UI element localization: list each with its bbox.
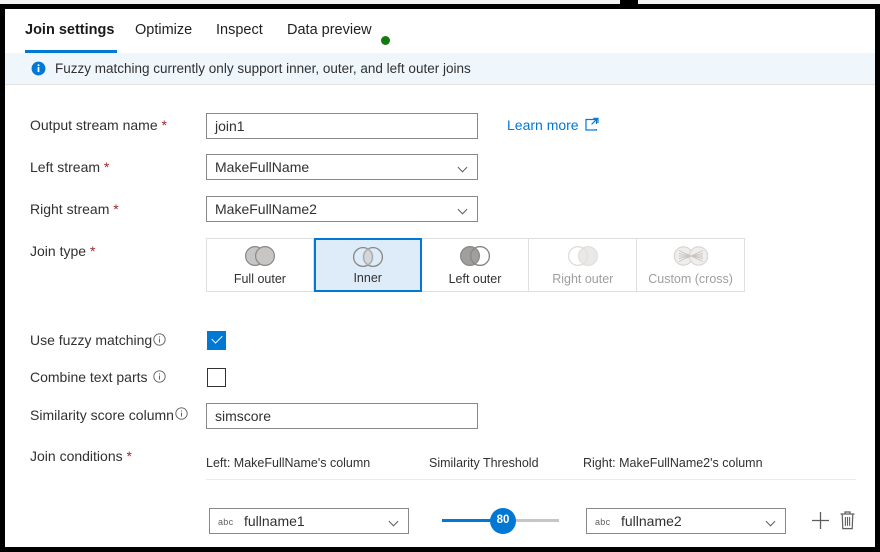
tab-inspect[interactable]: Inspect (216, 22, 263, 38)
output-stream-name-label: Output stream name * (30, 117, 167, 133)
delete-join-condition-button[interactable] (839, 510, 856, 530)
tab-data-preview[interactable]: Data preview (287, 22, 372, 38)
check-icon (211, 332, 223, 344)
similarity-threshold-value: 80 (496, 514, 510, 526)
similarity-score-column-input[interactable]: simscore (206, 403, 478, 429)
combine-text-parts-label: Combine text parts (30, 369, 148, 385)
join-type-label: Join type * (30, 243, 95, 259)
join-type-label-text: Join type (30, 243, 87, 259)
join-type-option-inner[interactable]: Inner (313, 238, 422, 292)
string-type-icon: abc (218, 517, 234, 527)
top-tick-mark (620, 0, 638, 5)
banner-message: Fuzzy matching currently only support in… (55, 61, 471, 76)
join-type-option-right-outer: Right outer (529, 238, 638, 292)
join-type-option-left-outer[interactable]: Left outer (421, 238, 530, 292)
join-type-option-label: Left outer (448, 272, 502, 286)
right-outer-join-icon (560, 244, 606, 268)
full-outer-join-icon (237, 244, 283, 268)
use-fuzzy-matching-checkbox[interactable] (207, 331, 226, 350)
join-type-option-label: Full outer (233, 272, 286, 286)
join-type-option-custom-cross: Custom (cross) (637, 238, 745, 292)
left-stream-dropdown[interactable]: MakeFullName (206, 154, 478, 180)
join-condition-right-column-value: fullname2 (621, 513, 682, 529)
tab-join-settings[interactable]: Join settings (25, 22, 114, 38)
info-circle-icon[interactable] (153, 333, 166, 346)
output-stream-name-label-text: Output stream name (30, 117, 158, 133)
join-type-option-label: Inner (353, 271, 382, 285)
right-stream-label-text: Right stream (30, 201, 110, 217)
join-condition-left-column-dropdown[interactable]: abc fullname1 (209, 508, 409, 534)
output-stream-name-input[interactable]: join1 (206, 113, 478, 139)
output-stream-required-marker: * (161, 117, 167, 133)
info-icon (31, 61, 46, 76)
join-conditions-divider (206, 479, 856, 480)
custom-cross-join-icon (668, 244, 714, 268)
top-strip (0, 0, 880, 4)
similarity-threshold-slider[interactable]: 80 (442, 508, 559, 534)
left-stream-label-text: Left stream (30, 159, 101, 175)
join-condition-right-column-dropdown[interactable]: abc fullname2 (586, 508, 786, 534)
right-stream-dropdown[interactable]: MakeFullName2 (206, 196, 478, 222)
left-stream-value: MakeFullName (215, 159, 310, 175)
join-conditions-label-text: Join conditions (30, 448, 123, 464)
external-link-icon[interactable] (585, 117, 599, 131)
right-stream-value: MakeFullName2 (215, 201, 317, 217)
right-stream-required-marker: * (113, 201, 119, 217)
learn-more-link[interactable]: Learn more (507, 117, 579, 133)
tab-bar: Join settings Optimize Inspect Data prev… (5, 9, 875, 54)
use-fuzzy-matching-label: Use fuzzy matching (30, 332, 152, 348)
use-fuzzy-matching-label-text: Use fuzzy matching (30, 332, 153, 348)
combine-text-parts-checkbox[interactable] (207, 368, 226, 387)
similarity-score-column-label-text: Similarity score column (30, 407, 174, 423)
join-type-selector: Full outer Inner Left outer Right outer … (206, 238, 745, 292)
chevron-down-icon (390, 518, 399, 527)
join-conditions-column-header-right: Right: MakeFullName2's column (583, 456, 763, 470)
tab-optimize[interactable]: Optimize (135, 22, 192, 38)
join-type-option-full-outer[interactable]: Full outer (206, 238, 314, 292)
join-conditions-label: Join conditions * (30, 448, 132, 464)
info-circle-icon[interactable] (175, 407, 188, 420)
chevron-down-icon (459, 206, 468, 215)
join-type-option-label: Custom (cross) (648, 272, 733, 286)
join-conditions-column-header-threshold: Similarity Threshold (429, 456, 539, 470)
left-stream-required-marker: * (103, 159, 110, 175)
join-type-option-label: Right outer (552, 272, 614, 286)
join-condition-left-column-value: fullname1 (244, 513, 305, 529)
left-outer-join-icon (452, 244, 498, 268)
string-type-icon: abc (595, 517, 611, 527)
inner-join-icon (345, 245, 391, 269)
info-circle-icon[interactable] (153, 370, 166, 383)
add-join-condition-button[interactable] (811, 511, 830, 530)
right-stream-label: Right stream * (30, 201, 119, 217)
slider-thumb[interactable]: 80 (490, 508, 516, 534)
window-frame: Join settings Optimize Inspect Data prev… (0, 0, 880, 552)
join-conditions-required-marker: * (126, 448, 132, 464)
chevron-down-icon (459, 164, 468, 173)
slider-track-filled (442, 519, 494, 522)
left-stream-label: Left stream * (30, 159, 109, 175)
join-conditions-column-header-left: Left: MakeFullName's column (206, 456, 371, 470)
chevron-down-icon (767, 518, 776, 527)
join-type-required-marker: * (89, 243, 96, 259)
data-preview-status-dot (381, 36, 390, 45)
similarity-score-column-label: Similarity score column (30, 407, 174, 423)
combine-text-parts-label-text: Combine text parts (30, 369, 148, 385)
join-settings-panel: Join settings Optimize Inspect Data prev… (5, 9, 875, 547)
